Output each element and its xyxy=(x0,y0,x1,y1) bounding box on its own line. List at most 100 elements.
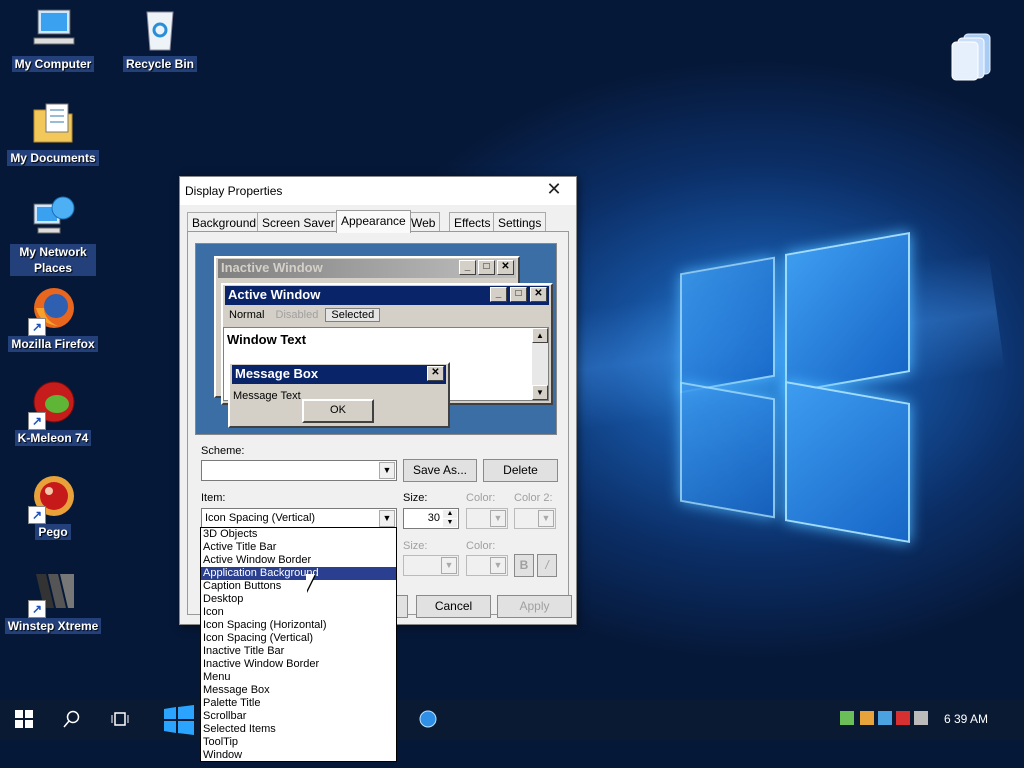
desktop-icon-my-network-places[interactable]: My Network Places xyxy=(4,194,102,276)
size-label: Size: xyxy=(403,492,428,504)
list-item[interactable]: Scrollbar xyxy=(201,710,396,723)
chevron-down-icon: ▼ xyxy=(490,510,506,527)
color2-label: Color 2: xyxy=(514,492,553,504)
delete-button[interactable]: Delete xyxy=(483,459,558,482)
tab-appearance[interactable]: Appearance xyxy=(336,210,411,233)
minimize-icon: _ xyxy=(490,287,507,302)
network-globe-icon xyxy=(30,194,76,240)
windows-logo-icon[interactable] xyxy=(162,704,196,741)
desktop-icon-label: Mozilla Firefox xyxy=(8,336,98,352)
desktop-icon-label: Winstep Xtreme xyxy=(4,618,102,634)
close-icon[interactable]: ✕ xyxy=(540,179,568,200)
save-as-button[interactable]: Save As... xyxy=(403,459,477,482)
desktop-icon-label: My Documents xyxy=(7,150,99,166)
font-size-label: Size: xyxy=(403,540,428,552)
list-item[interactable]: Window xyxy=(201,749,396,762)
scheme-dropdown[interactable]: ▼ xyxy=(201,460,397,481)
size-spinner[interactable]: 30 ▲ ▼ xyxy=(403,508,459,529)
preview-msgbox-text: Message Text xyxy=(233,390,301,402)
list-item[interactable]: Icon xyxy=(201,606,396,619)
chevron-down-icon: ▼ xyxy=(538,510,554,527)
cancel-button[interactable]: Cancel xyxy=(416,595,491,618)
scroll-up-icon: ▲ xyxy=(532,328,548,343)
list-item[interactable]: ToolTip xyxy=(201,736,396,749)
list-item[interactable]: Selected Items xyxy=(201,723,396,736)
task-view-icon[interactable] xyxy=(108,710,132,733)
tab-effects[interactable]: Effects xyxy=(449,212,496,232)
desktop-icon-k-meleon[interactable]: ↗ K-Meleon 74 xyxy=(4,380,102,446)
list-item[interactable]: Message Box xyxy=(201,684,396,697)
appearance-preview: Inactive Window _ □ ✕ Active Window _ □ … xyxy=(195,243,557,435)
list-item[interactable]: Application Background xyxy=(201,567,396,580)
tab-settings[interactable]: Settings xyxy=(493,212,547,232)
list-item[interactable]: Desktop xyxy=(201,593,396,606)
color-picker[interactable]: ▼ xyxy=(466,508,508,529)
tab-screen-saver[interactable]: Screen Saver xyxy=(257,212,340,232)
preview-scrollbar: ▲ ▼ xyxy=(532,328,548,400)
pego-icon: ↗ xyxy=(28,474,76,524)
list-item[interactable]: Caption Buttons xyxy=(201,580,396,593)
close-icon: ✕ xyxy=(427,366,444,381)
dialog-title-bar[interactable]: Display Properties ✕ xyxy=(180,177,576,205)
desktop-icon-pego[interactable]: ↗ Pego xyxy=(4,474,102,540)
preview-menu-selected: Selected xyxy=(325,308,381,322)
tray-app-icon[interactable] xyxy=(860,711,874,725)
preview-menu-disabled: Disabled xyxy=(275,309,319,321)
list-item[interactable]: 3D Objects xyxy=(201,528,396,541)
list-item[interactable]: Icon Spacing (Horizontal) xyxy=(201,619,396,632)
taskbar-clock[interactable]: 6 39 AM xyxy=(944,712,988,726)
app-taskbar-icon[interactable] xyxy=(416,710,440,733)
desktop-icon-recycle-bin[interactable]: Recycle Bin xyxy=(111,6,209,72)
item-dropdown-list[interactable]: 3D Objects Active Title Bar Active Window … xyxy=(200,527,397,762)
color2-picker[interactable]: ▼ xyxy=(514,508,556,529)
list-item[interactable]: Active Title Bar xyxy=(201,541,396,554)
list-item[interactable]: Active Window Border xyxy=(201,554,396,567)
winstep-icon: ↗ xyxy=(28,568,76,618)
preview-msgbox-title: Message Box xyxy=(232,365,446,384)
size-value: 30 xyxy=(427,512,440,524)
spin-down-icon[interactable]: ▼ xyxy=(443,519,457,527)
maximize-icon: □ xyxy=(510,287,527,302)
chevron-down-icon: ▼ xyxy=(441,557,457,574)
desktop-icon-my-documents[interactable]: My Documents xyxy=(4,100,102,166)
taskbar: 6 39 AM xyxy=(0,700,1024,740)
desktop-icon-winstep-xtreme[interactable]: ↗ Winstep Xtreme xyxy=(4,568,102,634)
font-color-picker[interactable]: ▼ xyxy=(466,555,508,576)
dock-stack-icon[interactable] xyxy=(944,30,996,82)
tab-web[interactable]: Web xyxy=(406,212,441,232)
list-item[interactable]: Icon Spacing (Vertical) xyxy=(201,632,396,645)
apply-button[interactable]: Apply xyxy=(497,595,572,618)
italic-button[interactable]: / xyxy=(537,554,557,577)
close-icon: ✕ xyxy=(497,260,514,275)
chevron-down-icon: ▼ xyxy=(379,462,395,479)
preview-menu-normal: Normal xyxy=(229,309,265,321)
list-item[interactable]: Menu xyxy=(201,671,396,684)
tray-volume-icon[interactable] xyxy=(914,711,928,725)
shortcut-arrow-icon: ↗ xyxy=(28,600,46,618)
mouse-cursor-icon xyxy=(306,574,315,592)
start-button[interactable] xyxy=(12,710,36,733)
preview-message-box: Message Box ✕ Message Text OK xyxy=(228,362,450,428)
list-item[interactable]: Inactive Title Bar xyxy=(201,645,396,658)
color-label: Color: xyxy=(466,492,496,504)
tray-network-icon[interactable] xyxy=(840,711,854,725)
bold-button[interactable]: B xyxy=(514,554,534,577)
tray-app-icon[interactable] xyxy=(896,711,910,725)
documents-folder-icon xyxy=(30,100,76,146)
item-label: Item: xyxy=(201,492,226,504)
desktop-icon-mozilla-firefox[interactable]: ↗ Mozilla Firefox xyxy=(4,286,102,352)
desktop-icon-label: My Computer xyxy=(11,56,95,72)
firefox-icon: ↗ xyxy=(28,286,76,336)
font-size-dropdown[interactable]: ▼ xyxy=(403,555,459,576)
tab-background[interactable]: Background xyxy=(187,212,262,232)
desktop-icon-my-computer[interactable]: My Computer xyxy=(4,6,102,72)
list-item[interactable]: Inactive Window Border xyxy=(201,658,396,671)
shortcut-arrow-icon: ↗ xyxy=(28,412,46,430)
wallpaper-windows-logo-pane xyxy=(680,381,775,519)
tray-app-icon[interactable] xyxy=(878,711,892,725)
list-item[interactable]: Palette Title xyxy=(201,697,396,710)
item-value: Icon Spacing (Vertical) xyxy=(205,512,316,524)
item-dropdown[interactable]: Icon Spacing (Vertical) ▼ xyxy=(201,508,397,529)
spin-up-icon[interactable]: ▲ xyxy=(443,510,457,518)
search-icon[interactable] xyxy=(60,710,84,733)
